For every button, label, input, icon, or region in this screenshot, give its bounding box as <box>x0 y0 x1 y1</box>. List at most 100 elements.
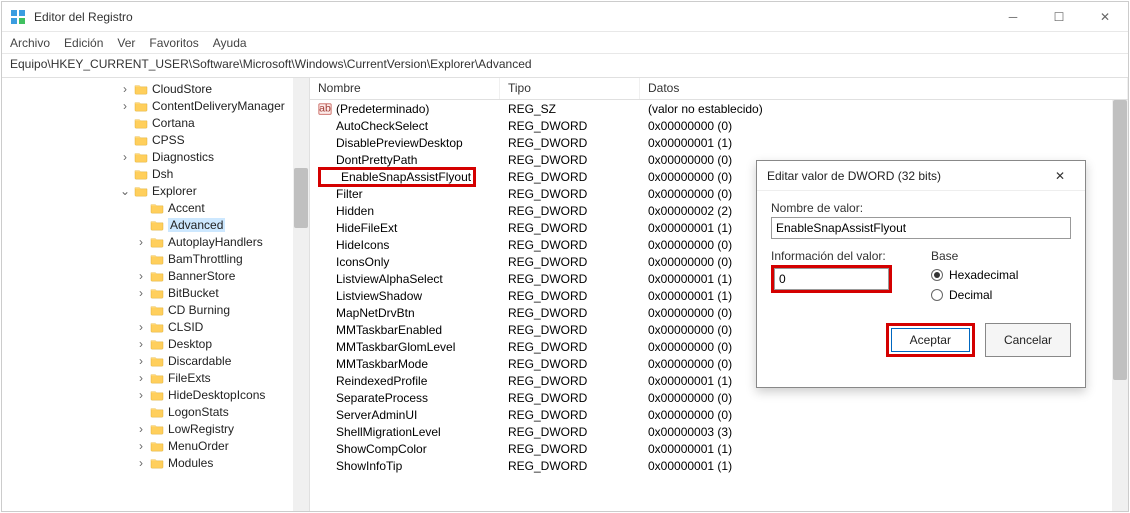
tree-item[interactable]: › Discardable <box>6 352 309 369</box>
expand-icon[interactable]: › <box>118 82 132 96</box>
col-data[interactable]: Datos <box>640 78 1128 99</box>
tree-item[interactable]: › Desktop <box>6 335 309 352</box>
menu-favorites[interactable]: Favoritos <box>149 36 198 50</box>
value-name: AutoCheckSelect <box>336 119 428 133</box>
dialog-titlebar[interactable]: Editar valor de DWORD (32 bits) ✕ <box>757 161 1085 191</box>
tree-item[interactable]: › ContentDeliveryManager <box>6 97 309 114</box>
value-row[interactable]: DisablePreviewDesktopREG_DWORD0x00000001… <box>310 134 1128 151</box>
expand-icon[interactable]: › <box>134 320 148 334</box>
expand-icon[interactable]: › <box>134 269 148 283</box>
value-field[interactable] <box>774 268 889 290</box>
tree-item[interactable]: › AutoplayHandlers <box>6 233 309 250</box>
value-name: (Predeterminado) <box>336 102 429 116</box>
expand-icon[interactable]: › <box>134 354 148 368</box>
expand-icon[interactable]: › <box>134 422 148 436</box>
list-scrollbar[interactable] <box>1112 100 1128 511</box>
tree-item-label: CLSID <box>168 320 203 334</box>
tree-item[interactable]: ›LowRegistry <box>6 420 309 437</box>
value-type: REG_DWORD <box>500 357 640 371</box>
value-type: REG_DWORD <box>500 221 640 235</box>
value-row[interactable]: ShellMigrationLevelREG_DWORD0x00000003 (… <box>310 423 1128 440</box>
tree-item-label: Discardable <box>168 354 231 368</box>
tree-item[interactable]: ›BannerStore <box>6 267 309 284</box>
tree-item-label: HideDesktopIcons <box>168 388 265 402</box>
tree-item[interactable]: ›BitBucket <box>6 284 309 301</box>
value-row[interactable]: ShowInfoTipREG_DWORD0x00000001 (1) <box>310 457 1128 474</box>
menu-edit[interactable]: Edición <box>64 36 103 50</box>
close-button[interactable]: ✕ <box>1082 2 1128 32</box>
tree-item[interactable]: ›Modules <box>6 454 309 471</box>
col-type[interactable]: Tipo <box>500 78 640 99</box>
tree-item[interactable]: › CLSID <box>6 318 309 335</box>
tree-item-label: Desktop <box>168 337 212 351</box>
tree-item-label: CD Burning <box>168 303 230 317</box>
list-scroll-thumb[interactable] <box>1113 100 1127 380</box>
value-type: REG_DWORD <box>500 442 640 456</box>
value-name: EnableSnapAssistFlyout <box>341 170 471 184</box>
col-name[interactable]: Nombre <box>310 78 500 99</box>
value-data: 0x00000000 (0) <box>640 408 1128 422</box>
name-field[interactable] <box>771 217 1071 239</box>
tree-item-label: ContentDeliveryManager <box>152 99 285 113</box>
tree-item[interactable]: CPSS <box>6 131 309 148</box>
tree-item[interactable]: ›CloudStore <box>6 80 309 97</box>
dword-icon <box>318 323 332 337</box>
tree-item[interactable]: › HideDesktopIcons <box>6 386 309 403</box>
expand-icon[interactable]: ⌄ <box>118 184 132 198</box>
expand-icon[interactable]: › <box>134 371 148 385</box>
tree-item[interactable]: ⌄Explorer <box>6 182 309 199</box>
base-label: Base <box>931 249 1071 263</box>
radio-hex[interactable]: Hexadecimal <box>931 265 1071 285</box>
tree-item[interactable]: ›FileExts <box>6 369 309 386</box>
minimize-button[interactable]: ─ <box>990 2 1036 32</box>
expand-icon[interactable]: › <box>134 286 148 300</box>
value-row[interactable]: ServerAdminUIREG_DWORD0x00000000 (0) <box>310 406 1128 423</box>
list-header[interactable]: Nombre Tipo Datos <box>310 78 1128 100</box>
expand-icon[interactable]: › <box>118 99 132 113</box>
tree-item[interactable]: Advanced <box>6 216 309 233</box>
cancel-button[interactable]: Cancelar <box>985 323 1071 357</box>
value-row[interactable]: ShowCompColorREG_DWORD0x00000001 (1) <box>310 440 1128 457</box>
value-row[interactable]: (Predeterminado)REG_SZ(valor no establec… <box>310 100 1128 117</box>
radio-dec[interactable]: Decimal <box>931 285 1071 305</box>
expand-icon[interactable]: › <box>134 439 148 453</box>
menu-help[interactable]: Ayuda <box>213 36 247 50</box>
value-row[interactable]: AutoCheckSelectREG_DWORD0x00000000 (0) <box>310 117 1128 134</box>
expand-icon[interactable]: › <box>134 337 148 351</box>
value-name: ShowCompColor <box>336 442 427 456</box>
expand-icon[interactable]: › <box>134 388 148 402</box>
tree-item[interactable]: BamThrottling <box>6 250 309 267</box>
dialog-close-button[interactable]: ✕ <box>1045 169 1075 183</box>
tree-scroll-thumb[interactable] <box>294 168 308 228</box>
edit-dword-dialog: Editar valor de DWORD (32 bits) ✕ Nombre… <box>756 160 1086 388</box>
value-row[interactable]: SeparateProcessREG_DWORD0x00000000 (0) <box>310 389 1128 406</box>
menu-view[interactable]: Ver <box>117 36 135 50</box>
tree-item[interactable]: LogonStats <box>6 403 309 420</box>
tree-scrollbar[interactable] <box>293 78 309 511</box>
expand-icon[interactable]: › <box>118 150 132 164</box>
expand-icon[interactable]: › <box>134 456 148 470</box>
expand-icon[interactable]: › <box>134 235 148 249</box>
tree-item[interactable]: CD Burning <box>6 301 309 318</box>
folder-icon <box>150 338 164 350</box>
tree-item[interactable]: ›MenuOrder <box>6 437 309 454</box>
titlebar[interactable]: Editor del Registro ─ ☐ ✕ <box>2 2 1128 32</box>
ok-button[interactable]: Aceptar <box>891 328 970 352</box>
value-type: REG_DWORD <box>500 340 640 354</box>
value-name: ShowInfoTip <box>336 459 402 473</box>
tree-item[interactable]: Dsh <box>6 165 309 182</box>
maximize-button[interactable]: ☐ <box>1036 2 1082 32</box>
tree-item-label: AutoplayHandlers <box>168 235 263 249</box>
dword-icon <box>318 136 332 150</box>
menu-file[interactable]: Archivo <box>10 36 50 50</box>
value-type: REG_DWORD <box>500 255 640 269</box>
address-bar[interactable]: Equipo\HKEY_CURRENT_USER\Software\Micros… <box>2 54 1128 78</box>
tree-pane[interactable]: ›CloudStore›ContentDeliveryManagerCortan… <box>2 78 310 511</box>
tree-item[interactable]: Accent <box>6 199 309 216</box>
value-name: Filter <box>336 187 363 201</box>
value-name: ReindexedProfile <box>336 374 427 388</box>
tree-item[interactable]: Cortana <box>6 114 309 131</box>
dword-icon <box>318 272 332 286</box>
tree-item[interactable]: ›Diagnostics <box>6 148 309 165</box>
dword-icon <box>323 170 337 184</box>
